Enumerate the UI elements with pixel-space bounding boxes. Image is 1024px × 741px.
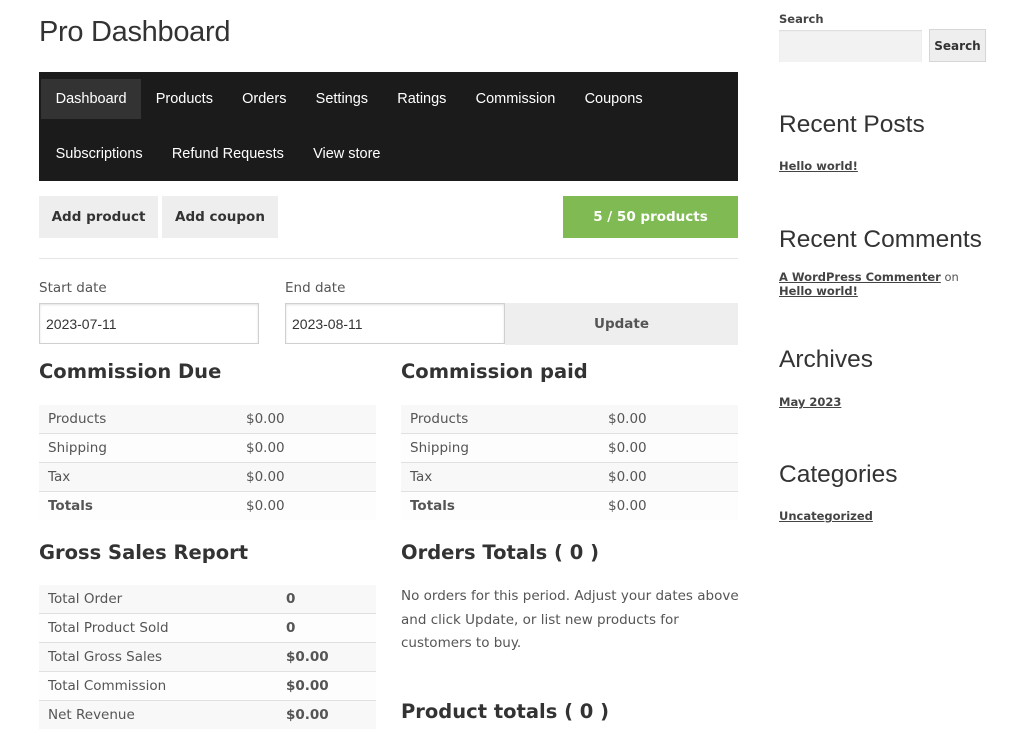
- row-value: $0.00: [277, 671, 376, 701]
- archives-title: Archives: [779, 346, 873, 373]
- gross-sales-table: Total Order 0 Total Product Sold 0 Total G…: [39, 585, 376, 729]
- table-row: Products $0.00: [39, 405, 376, 434]
- row-value: $0.00: [277, 700, 376, 729]
- recent-comments-title: Recent Comments: [779, 226, 982, 253]
- search-button[interactable]: Search: [929, 29, 986, 62]
- table-row: Net Revenue $0.00: [39, 700, 376, 729]
- orders-empty-message: No orders for this period. Adjust your d…: [401, 588, 739, 651]
- table-row: Total Gross Sales $0.00: [39, 642, 376, 672]
- nav-item-orders[interactable]: Orders: [228, 79, 302, 119]
- row-label: Total Order: [39, 585, 277, 614]
- categories-title: Categories: [779, 461, 898, 488]
- table-row: Totals $0.00: [39, 491, 376, 520]
- table-row: Total Product Sold 0: [39, 613, 376, 643]
- orders-totals-title: Orders Totals ( 0 ): [401, 541, 600, 564]
- page-title: Pro Dashboard: [39, 16, 231, 48]
- nav-item-ratings[interactable]: Ratings: [383, 79, 461, 119]
- nav-item-view-store[interactable]: View store: [298, 134, 395, 174]
- row-value: $0.00: [237, 491, 376, 520]
- nav-item-products[interactable]: Products: [141, 79, 227, 119]
- row-label: Shipping: [401, 433, 599, 463]
- row-value: $0.00: [277, 642, 376, 672]
- table-row: Total Order 0: [39, 585, 376, 614]
- row-value: $0.00: [237, 462, 376, 492]
- recent-post-link[interactable]: Hello world!: [779, 159, 858, 173]
- table-row: Tax $0.00: [401, 462, 738, 492]
- recent-posts-title: Recent Posts: [779, 111, 925, 138]
- start-date-input[interactable]: [39, 303, 259, 344]
- end-date-input[interactable]: [285, 303, 505, 344]
- row-value: $0.00: [599, 491, 738, 520]
- nav-item-subscriptions[interactable]: Subscriptions: [41, 134, 157, 174]
- table-row: Tax $0.00: [39, 462, 376, 492]
- gross-sales-title: Gross Sales Report: [39, 541, 249, 564]
- nav-item-refund-requests[interactable]: Refund Requests: [157, 134, 298, 174]
- table-row: Shipping $0.00: [401, 433, 738, 463]
- product-limit-button[interactable]: 5 / 50 products: [563, 196, 738, 238]
- dashboard-nav: Dashboard Products Orders Settings Ratin…: [39, 72, 738, 181]
- row-label: Tax: [401, 462, 599, 492]
- nav-item-coupons[interactable]: Coupons: [570, 79, 657, 119]
- update-button[interactable]: Update: [505, 303, 738, 345]
- row-label: Totals: [401, 491, 599, 520]
- product-totals-title: Product totals ( 0 ): [401, 700, 610, 723]
- search-label: Search: [779, 12, 824, 26]
- row-label: Shipping: [39, 433, 237, 463]
- comment-post-link[interactable]: Hello world!: [779, 284, 858, 298]
- search-input[interactable]: [779, 30, 922, 62]
- row-value: $0.00: [237, 433, 376, 463]
- row-label: Total Gross Sales: [39, 642, 277, 672]
- commission-due-title: Commission Due: [39, 360, 222, 383]
- commission-paid-title: Commission paid: [401, 360, 588, 383]
- start-date-label: Start date: [39, 280, 107, 296]
- row-value: 0: [277, 585, 376, 614]
- archive-link[interactable]: May 2023: [779, 395, 841, 409]
- category-link[interactable]: Uncategorized: [779, 509, 873, 523]
- row-label: Tax: [39, 462, 237, 492]
- row-label: Products: [39, 405, 237, 434]
- recent-comment-item: A WordPress Commenter on Hello world!: [779, 270, 979, 298]
- comment-on-text: on: [944, 270, 959, 284]
- row-value: $0.00: [599, 462, 738, 492]
- row-label: Total Commission: [39, 671, 277, 701]
- row-value: $0.00: [599, 433, 738, 463]
- row-label: Total Product Sold: [39, 613, 277, 643]
- end-date-label: End date: [285, 280, 346, 296]
- table-row: Total Commission $0.00: [39, 671, 376, 701]
- table-row: Shipping $0.00: [39, 433, 376, 463]
- row-label: Products: [401, 405, 599, 434]
- add-product-button[interactable]: Add product: [39, 196, 158, 238]
- comment-author-link[interactable]: A WordPress Commenter: [779, 270, 941, 284]
- commission-due-table: Products $0.00 Shipping $0.00 Tax $0.00 Tot…: [39, 405, 376, 520]
- table-row: Totals $0.00: [401, 491, 738, 520]
- row-label: Net Revenue: [39, 700, 277, 729]
- row-value: $0.00: [599, 405, 738, 434]
- divider: [39, 258, 738, 259]
- add-coupon-button[interactable]: Add coupon: [162, 196, 278, 238]
- row-value: 0: [277, 613, 376, 643]
- row-value: $0.00: [237, 405, 376, 434]
- nav-item-settings[interactable]: Settings: [301, 79, 383, 119]
- nav-item-dashboard[interactable]: Dashboard: [41, 79, 142, 119]
- commission-paid-table: Products $0.00 Shipping $0.00 Tax $0.00 Tot…: [401, 405, 738, 520]
- row-label: Totals: [39, 491, 237, 520]
- nav-item-commission[interactable]: Commission: [461, 79, 570, 119]
- table-row: Products $0.00: [401, 405, 738, 434]
